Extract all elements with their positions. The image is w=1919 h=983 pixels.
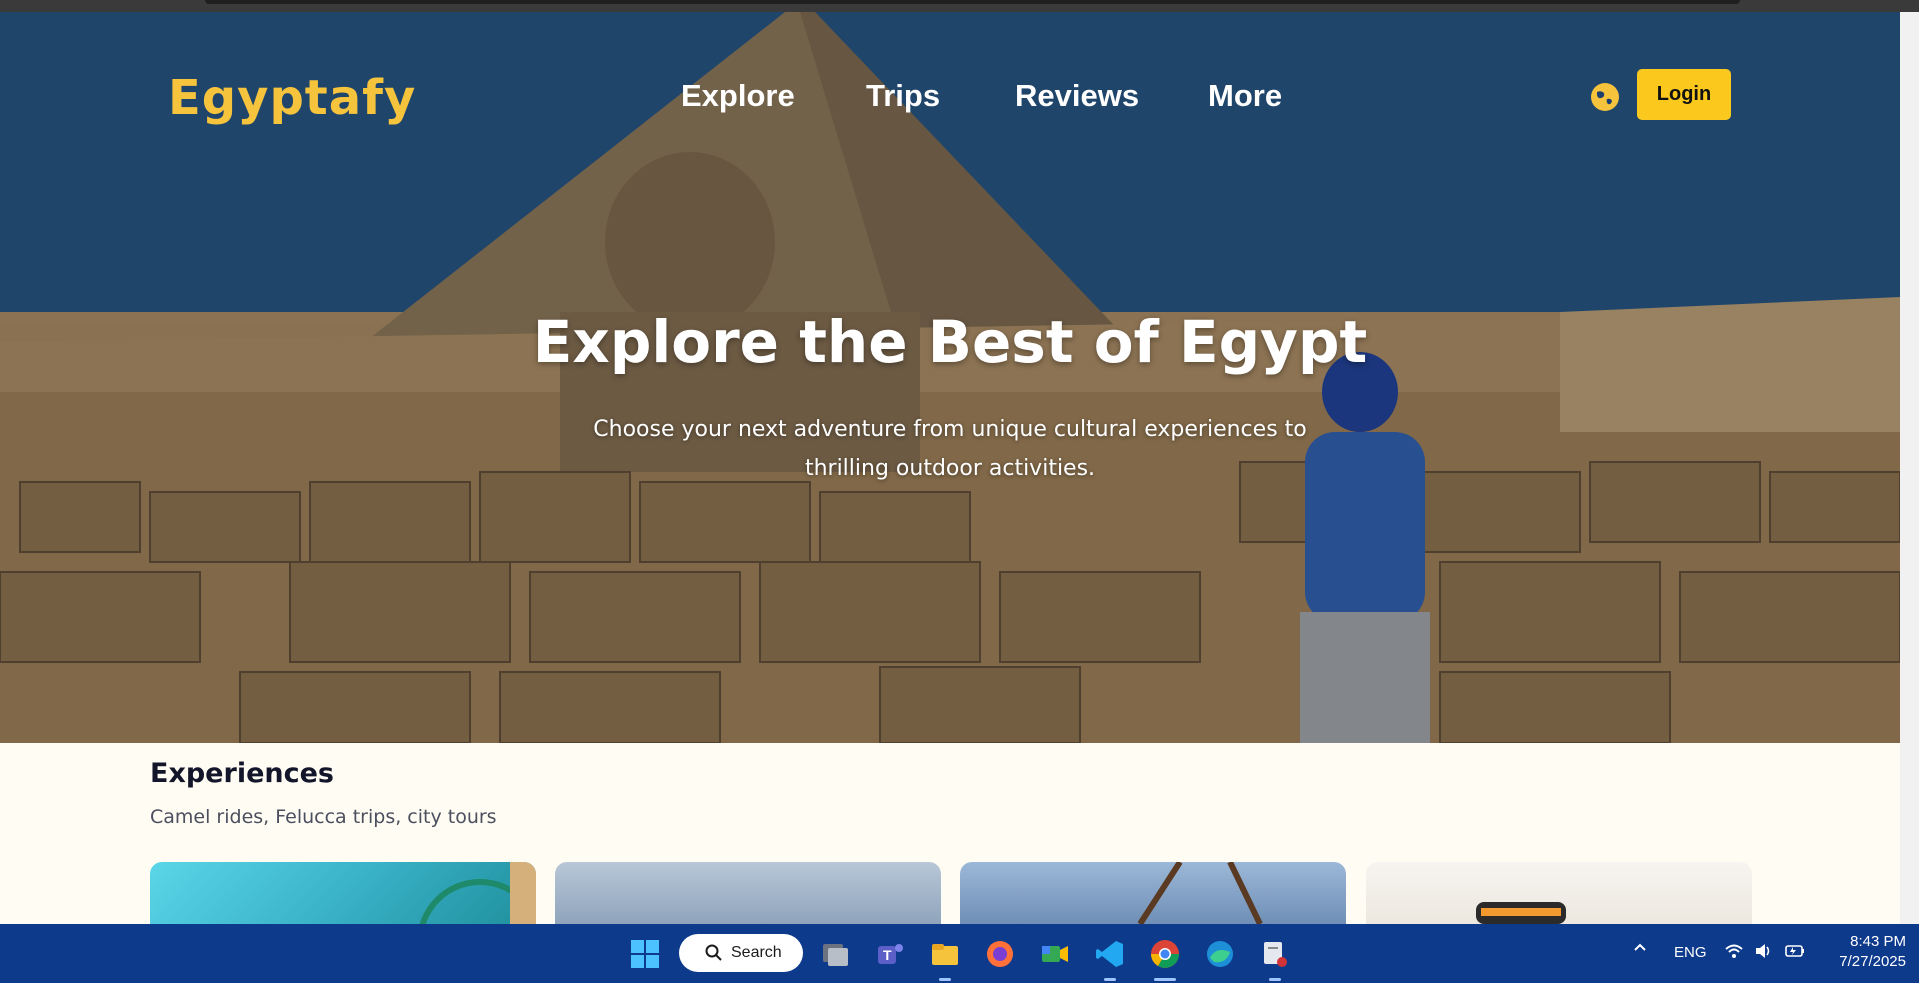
hero-section: Egyptafy Explore Trips Reviews More Logi…	[0, 12, 1900, 743]
snipping-tool-icon[interactable]	[1259, 938, 1291, 970]
search-icon	[705, 944, 722, 961]
chevron-up-icon[interactable]	[1632, 940, 1648, 960]
hero-subtitle: Choose your next adventure from unique c…	[593, 417, 1307, 481]
experiences-subtitle: Camel rides, Felucca trips, city tours	[150, 806, 497, 828]
login-button[interactable]: Login	[1637, 69, 1731, 120]
experience-card[interactable]	[555, 862, 941, 924]
nav-trips[interactable]: Trips	[866, 78, 940, 114]
taskbar-clock[interactable]: 8:43 PM 7/27/2025	[1820, 932, 1906, 972]
file-explorer-icon[interactable]	[929, 938, 961, 970]
browser-tab-bar	[205, 0, 1740, 4]
experience-card[interactable]	[150, 862, 536, 924]
taskbar-search-label: Search	[731, 944, 782, 961]
language-indicator[interactable]: ENG	[1674, 944, 1707, 961]
volume-icon[interactable]	[1754, 942, 1774, 964]
clock-date: 7/27/2025	[1839, 953, 1906, 970]
hero-title: Explore the Best of Egypt	[532, 308, 1368, 376]
chrome-active-indicator	[1154, 978, 1176, 981]
file-explorer-running-indicator	[939, 978, 951, 981]
experiences-title: Experiences	[150, 758, 334, 789]
windows-start-icon[interactable]	[629, 938, 661, 970]
nav-explore[interactable]: Explore	[681, 78, 795, 114]
ferris-wheel-image	[419, 862, 536, 924]
chrome-icon[interactable]	[1149, 938, 1181, 970]
meet-icon[interactable]	[1039, 938, 1071, 970]
firefox-icon[interactable]	[984, 938, 1016, 970]
brand-logo[interactable]: Egyptafy	[168, 70, 416, 126]
browser-top-strip	[0, 0, 1919, 12]
vscode-running-indicator	[1104, 978, 1116, 981]
task-view-icon[interactable]	[819, 938, 851, 970]
taskbar: Search T ENG 8:43 PM 7/27/2025	[0, 924, 1919, 983]
experience-card[interactable]	[1366, 862, 1752, 924]
experience-card[interactable]	[960, 862, 1346, 924]
camel-ride-image	[1476, 902, 1566, 924]
page-scrollbar[interactable]	[1900, 12, 1919, 924]
vscode-icon[interactable]	[1094, 938, 1126, 970]
svg-text:T: T	[883, 947, 892, 963]
felucca-image	[1137, 862, 1263, 924]
teams-icon[interactable]: T	[874, 938, 906, 970]
clock-time: 8:43 PM	[1850, 933, 1906, 950]
globe-icon[interactable]	[1591, 83, 1619, 111]
wifi-icon[interactable]	[1724, 942, 1744, 964]
nav-reviews[interactable]: Reviews	[1015, 78, 1139, 114]
battery-icon[interactable]	[1784, 942, 1806, 964]
taskbar-search[interactable]: Search	[679, 934, 803, 972]
nav-more[interactable]: More	[1208, 78, 1282, 114]
snipping-tool-running-indicator	[1269, 978, 1281, 981]
edge-icon[interactable]	[1204, 938, 1236, 970]
